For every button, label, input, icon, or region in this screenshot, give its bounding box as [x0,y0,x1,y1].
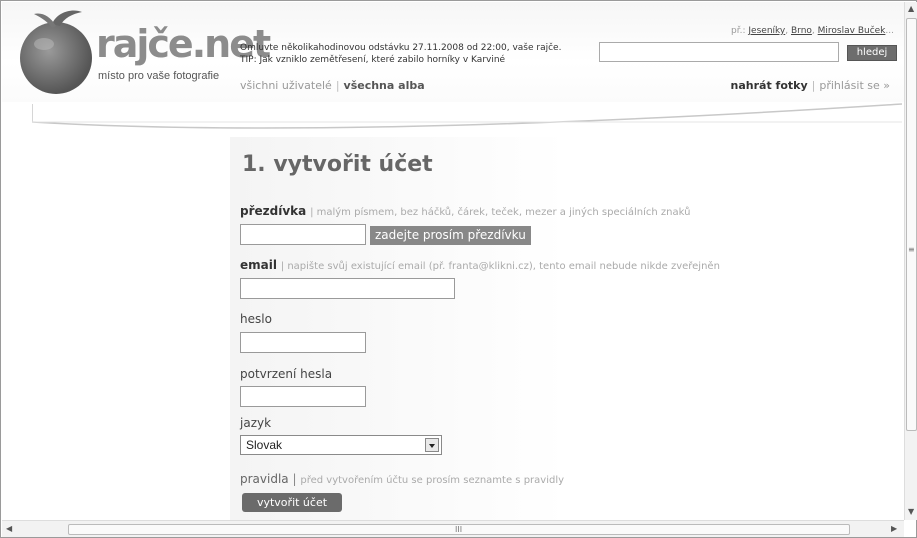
header-swoosh-decoration [32,103,902,129]
example-link-jeseniky[interactable]: Jeseníky [748,26,785,36]
scroll-up-arrow-icon[interactable]: ▲ [908,4,914,13]
search-examples: př.: Jeseníky, Brno, Miroslav Buček... [731,26,894,36]
account-nav: nahrát fotky | přihlásit se » [731,79,890,92]
notice-outage: Omluvte několikahodinovou odstávku 27.11… [240,43,562,53]
page-content: rajče.net místo pro vaše fotografie Omlu… [2,2,904,520]
login-link[interactable]: přihlásit se » [819,79,890,92]
horizontal-scroll-thumb[interactable]: III [68,524,850,535]
browse-nav: všichni uživatelé | všechna alba [240,79,425,92]
nickname-label-row: přezdívka | malým písmem, bez háčků, čár… [240,204,690,218]
logo-tagline: místo pro vaše fotografie [98,70,220,82]
notice-tip-link[interactable]: TIP: Jak vzniklo zemětřesení, které zabi… [240,54,561,66]
examples-ellipsis: ... [885,26,894,36]
rules-hint: před vytvořením účtu se prosím seznamte … [300,475,565,486]
nickname-label: přezdívka [240,204,307,218]
signup-form-panel [230,137,904,520]
site-header: rajče.net místo pro vaše fotografie Omlu… [2,2,904,102]
password-label: heslo [240,312,272,326]
vertical-scroll-thumb[interactable]: ≡ [906,18,917,431]
language-selected-value: Slovak [246,438,283,452]
account-nav-separator: | [811,79,816,92]
example-link-bucek[interactable]: Miroslav Buček [818,26,886,36]
search-button[interactable]: hledej [847,45,897,61]
all-users-link[interactable]: všichni uživatelé [240,79,332,92]
examples-prefix: př.: [731,26,746,36]
site-logo[interactable]: rajče.net místo pro vaše fotografie [12,8,271,96]
nickname-hint: | malým písmem, bez háčků, čárek, teček,… [310,207,691,218]
scroll-left-arrow-icon[interactable]: ◀ [6,524,12,533]
vertical-grip-icon: ≡ [908,245,915,254]
upload-photos-link[interactable]: nahrát fotky [731,79,808,92]
password-input[interactable] [240,332,366,353]
email-hint: | napište svůj existující email (př. fra… [280,261,720,272]
nav-separator: | [335,79,340,92]
page-title: 1. vytvořit účet [242,152,433,177]
create-account-button[interactable]: vytvořit účet [242,493,342,512]
site-notice: Omluvte několikahodinovou odstávku 27.11… [240,42,561,66]
password-confirm-input[interactable] [240,386,366,407]
email-input[interactable] [240,278,455,299]
chevron-down-icon[interactable] [425,438,439,452]
nickname-input[interactable] [240,224,366,245]
browser-viewport: rajče.net místo pro vaše fotografie Omlu… [0,0,917,538]
email-label: email [240,258,277,272]
language-select[interactable]: Slovak [240,435,442,455]
search-input[interactable] [599,42,839,62]
password-confirm-label: potvrzení hesla [240,367,333,381]
nickname-error-message: zadejte prosím přezdívku [370,226,531,245]
rules-separator: | [292,472,297,486]
vertical-scrollbar[interactable]: ▲ ≡ ▼ [904,2,917,520]
rules-row: pravidla | před vytvořením účtu se prosí… [240,472,564,486]
example-link-brno[interactable]: Brno [791,26,812,36]
horizontal-scrollbar[interactable]: ◀ III ▶ [2,520,904,537]
language-label: jazyk [240,416,272,430]
horizontal-grip-icon: III [455,525,463,534]
rules-link[interactable]: pravidla [240,472,289,486]
scroll-down-arrow-icon[interactable]: ▼ [908,507,914,516]
all-albums-link[interactable]: všechna alba [344,79,425,92]
email-label-row: email | napište svůj existující email (p… [240,258,720,272]
scroll-right-arrow-icon[interactable]: ▶ [891,524,897,533]
